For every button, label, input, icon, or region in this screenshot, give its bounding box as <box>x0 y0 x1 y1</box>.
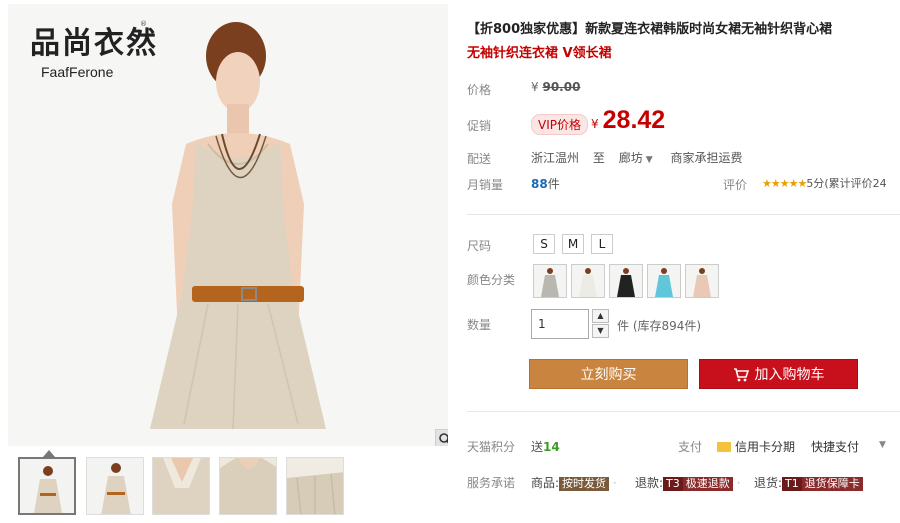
product-title: 【折800独家优惠】新款夏连衣裙韩版时尚女裙无袖针织背心裙 <box>467 22 833 37</box>
chevron-down-icon[interactable]: ▼ <box>646 155 653 165</box>
thumbnail-1-image <box>20 459 74 513</box>
shipping-from: 浙江温州 <box>531 151 580 165</box>
service-item-prefix: 商品: <box>531 476 560 490</box>
quantity-increase-button[interactable]: ▲ <box>592 309 609 323</box>
quick-pay[interactable]: 快捷支付 <box>811 438 859 455</box>
brand-logo-english: FaafFerone <box>41 64 114 80</box>
divider <box>467 411 900 412</box>
monthly-sales: 88件 <box>531 175 560 192</box>
thumbnail-5[interactable] <box>286 457 344 515</box>
add-to-cart-label: 加入购物车 <box>754 367 825 383</box>
quantity-input[interactable]: 1 <box>531 309 589 339</box>
promo-label: 促销 <box>467 119 492 133</box>
on-time-shipping-badge: 按时发货 <box>559 477 610 491</box>
color-swatch-black[interactable] <box>609 264 643 298</box>
shipping-to-word: 至 <box>592 151 605 165</box>
product-info-panel: 【折800独家优惠】新款夏连衣裙韩版时尚女裙无袖针织背心裙 无袖针织连衣裙 V领… <box>467 0 900 523</box>
vip-price-currency: ¥ <box>591 117 599 131</box>
service-shipping-promise[interactable]: 商品: 按时发货 · <box>531 474 621 491</box>
shipping-destination-select[interactable]: 廊坊 <box>619 151 643 165</box>
service-label: 服务承诺 <box>467 476 516 490</box>
buy-now-button[interactable]: 立刻购买 <box>529 359 688 389</box>
shipping-label: 配送 <box>467 152 492 166</box>
vip-price-badge: VIP价格 <box>531 114 588 135</box>
color-swatch-white-image <box>572 265 604 297</box>
shipping-fee: 商家承担运费 <box>670 151 743 165</box>
cart-icon <box>733 368 749 382</box>
original-price-value: 90.00 <box>542 80 581 94</box>
points-info: 送14 <box>531 438 560 455</box>
quantity-decrease-button[interactable]: ▼ <box>592 324 609 338</box>
thumbnail-pointer-icon <box>43 450 55 457</box>
add-to-cart-button[interactable]: 加入购物车 <box>699 359 858 389</box>
service-item-prefix: 退款: <box>635 476 664 490</box>
quantity-unit: 件 <box>617 319 630 333</box>
color-swatch-beige[interactable] <box>533 264 567 298</box>
zoom-button[interactable] <box>435 429 448 446</box>
thumbnail-3-image <box>153 458 209 514</box>
stock-count: (库存894件) <box>632 319 702 333</box>
return-guarantee-badge: 退货保障卡 <box>801 477 863 491</box>
fast-refund-badge: 极速退款 <box>682 477 733 491</box>
service-return-promise[interactable]: 退货: T1 退货保障卡 <box>754 474 863 491</box>
credit-card-icon <box>717 441 731 452</box>
size-option-m[interactable]: M <box>562 234 584 254</box>
chevron-down-icon[interactable]: ▼ <box>879 440 886 450</box>
payment-label: 支付 <box>678 440 703 454</box>
thumbnail-2[interactable] <box>86 457 144 515</box>
color-swatch-beige-image <box>534 265 566 297</box>
brand-logo-chinese: 品尚衣然 <box>30 26 158 61</box>
original-price-currency: ¥ <box>531 80 539 94</box>
t1-badge: T1 <box>782 477 802 491</box>
color-swatch-pink-image <box>686 265 718 297</box>
color-swatch-black-image <box>610 265 642 297</box>
points-value: 14 <box>543 440 560 454</box>
rating-label: 评价 <box>723 178 748 192</box>
thumbnail-strip <box>8 450 448 522</box>
price-label: 价格 <box>467 83 492 97</box>
star-rating-icon: ★★★★★ <box>762 177 807 190</box>
credit-card-installment[interactable]: 信用卡分期 <box>717 438 795 455</box>
color-swatch-white[interactable] <box>571 264 605 298</box>
color-swatch-light-blue-image <box>648 265 680 297</box>
thumbnail-3[interactable] <box>152 457 210 515</box>
monthly-sales-label: 月销量 <box>467 178 504 192</box>
product-main-image[interactable]: 品尚衣然 ® FaafFerone <box>8 4 448 446</box>
product-subtitle: 无袖针织连衣裙 V领长裙 <box>467 46 612 61</box>
color-swatch-pink[interactable] <box>685 264 719 298</box>
rating-score: 5分 <box>806 177 825 190</box>
vip-price: ¥28.42 <box>591 106 665 135</box>
thumbnail-2-image <box>87 458 143 514</box>
monthly-sales-count: 88 <box>531 177 548 191</box>
color-swatch-light-blue[interactable] <box>647 264 681 298</box>
credit-card-installment-label: 信用卡分期 <box>735 440 796 454</box>
size-label: 尺码 <box>467 239 492 253</box>
points-prefix: 送 <box>531 440 544 454</box>
service-refund-promise[interactable]: 退款: T3 极速退款 · <box>635 474 745 491</box>
divider <box>467 214 900 215</box>
rating-count: (累计评价24 <box>824 177 887 190</box>
t3-badge: T3 <box>663 477 683 491</box>
color-label: 颜色分类 <box>467 273 516 287</box>
size-option-l[interactable]: L <box>591 234 613 254</box>
stock-info: 件 (库存894件) <box>617 317 701 334</box>
quantity-label: 数量 <box>467 318 492 332</box>
service-item-prefix: 退货: <box>754 476 783 490</box>
vip-price-value: 28.42 <box>602 106 666 134</box>
thumbnail-1[interactable] <box>18 457 76 515</box>
shipping-info: 浙江温州 至 廊坊 ▼ 商家承担运费 <box>531 149 752 166</box>
trademark-symbol: ® <box>140 20 147 28</box>
thumbnail-4[interactable] <box>219 457 277 515</box>
original-price: ¥ 90.00 <box>531 80 580 94</box>
points-label: 天猫积分 <box>467 440 516 454</box>
size-option-s[interactable]: S <box>533 234 555 254</box>
thumbnail-4-image <box>220 458 276 514</box>
monthly-sales-unit: 件 <box>547 177 560 191</box>
magnifier-icon <box>439 433 448 444</box>
rating-summary[interactable]: ★★★★★5分(累计评价24 <box>762 175 887 191</box>
thumbnail-5-image <box>287 458 343 514</box>
